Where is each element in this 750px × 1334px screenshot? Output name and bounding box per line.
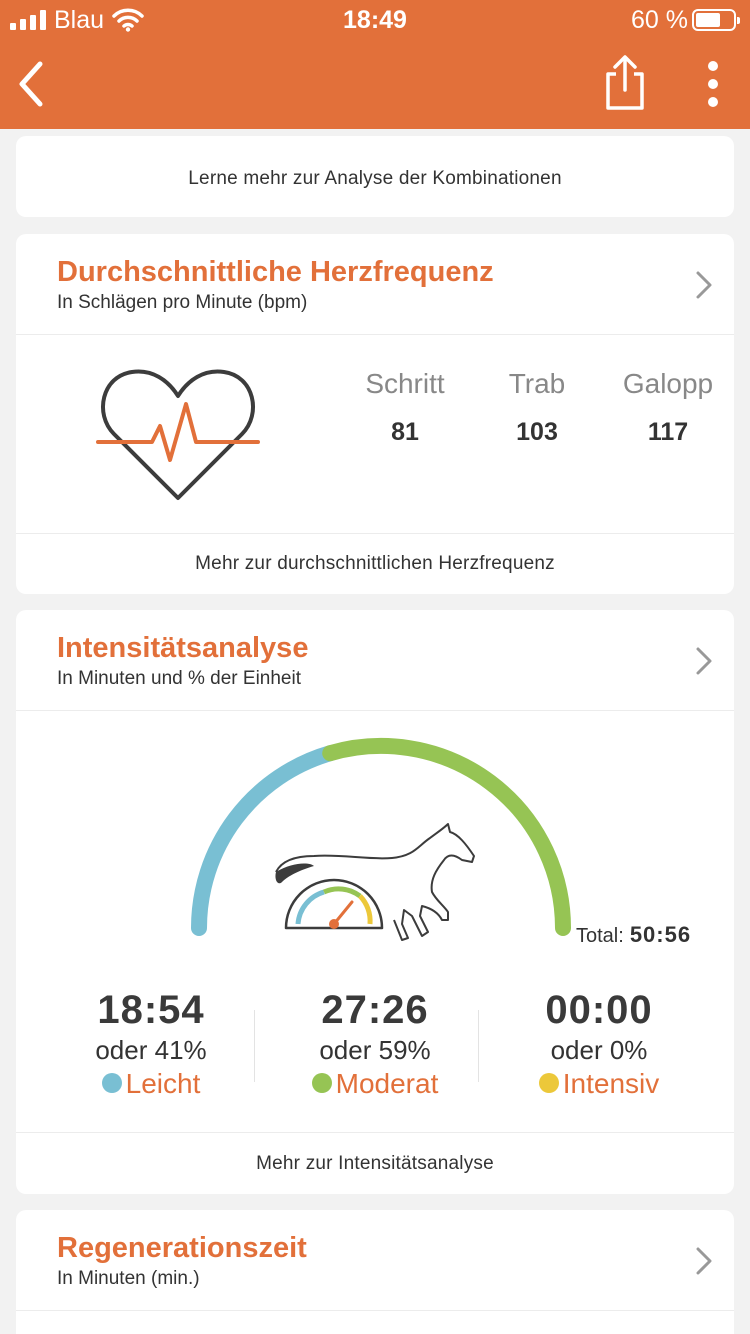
more-vertical-icon[interactable] [696,56,730,112]
stat-moderat: 27:26 oder 59% Moderat [265,988,485,1100]
gait-galopp: Galopp 117 [598,368,738,447]
stat-intensiv: 00:00 oder 0% Intensiv [489,988,709,1100]
stat-time: 18:54 [97,988,205,1032]
leicht-dot-icon [101,1073,122,1093]
gait-trab: Trab 103 [467,368,607,447]
gait-value: 81 [391,418,419,446]
moderat-dot-icon [311,1073,332,1093]
horse-speedometer-icon [275,823,475,941]
gait-value: 103 [516,418,558,446]
intensity-header[interactable]: Intensitätsanalyse In Minuten und % der … [16,610,734,711]
stat-category: Leicht [41,1068,261,1100]
stat-category: Intensiv [489,1068,709,1100]
stat-time: 00:00 [545,988,653,1032]
heart-rate-icon [96,369,260,500]
nav-bar [0,40,750,129]
combination-analysis-link[interactable]: Lerne mehr zur Analyse der Kombinationen [16,168,734,190]
regeneration-subtitle: In Minuten (min.) [57,1268,200,1289]
gait-value: 117 [647,418,689,446]
heart-rate-header[interactable]: Durchschnittliche Herzfrequenz In Schläg… [16,234,734,335]
chevron-right-icon [696,1247,712,1275]
combination-analysis-card: Lerne mehr zur Analyse der Kombinationen [16,136,734,217]
stat-percent: oder 0% [550,1035,648,1065]
share-icon[interactable] [600,54,650,112]
intensiv-dot-icon [538,1073,559,1093]
battery-icon [692,9,740,31]
intensity-more-link[interactable]: Mehr zur Intensitätsanalyse [16,1153,734,1175]
heart-rate-card: Durchschnittliche Herzfrequenz In Schläg… [16,234,734,594]
gait-schritt: Schritt 81 [335,368,475,447]
stat-time: 27:26 [321,988,429,1032]
intensity-title: Intensitätsanalyse [57,632,309,664]
heart-rate-subtitle: In Schlägen pro Minute (bpm) [57,292,308,313]
total-value: 50:56 [629,922,692,947]
heart-rate-title: Durchschnittliche Herzfrequenz [57,256,494,288]
regeneration-card: Regenerationszeit In Minuten (min.) [16,1210,734,1334]
heart-rate-more-link[interactable]: Mehr zur durchschnittlichen Herzfrequenz [16,553,734,575]
total-label: Total: [576,925,624,947]
gait-label: Galopp [622,368,714,399]
total-duration: Total: 50:56 [576,922,691,948]
divider [16,533,734,534]
battery-percent: 60 % [631,6,688,34]
stat-leicht: 18:54 oder 41% Leicht [41,988,261,1100]
divider [16,1132,734,1133]
status-bar: Blau 18:49 60 % [0,0,750,40]
stat-category: Moderat [265,1068,485,1100]
gait-label: Schritt [365,368,445,399]
chevron-left-icon[interactable] [10,56,54,112]
stat-percent: oder 59% [319,1035,431,1065]
divider [254,1010,255,1082]
intensity-subtitle: In Minuten und % der Einheit [57,668,301,689]
chevron-right-icon [696,271,712,299]
stat-percent: oder 41% [95,1035,207,1065]
gait-label: Trab [508,368,566,399]
regeneration-header[interactable]: Regenerationszeit In Minuten (min.) [16,1210,734,1311]
chevron-right-icon [696,647,712,675]
regeneration-title: Regenerationszeit [57,1232,307,1264]
divider [478,1010,479,1082]
intensity-card: Intensitätsanalyse In Minuten und % der … [16,610,734,1194]
